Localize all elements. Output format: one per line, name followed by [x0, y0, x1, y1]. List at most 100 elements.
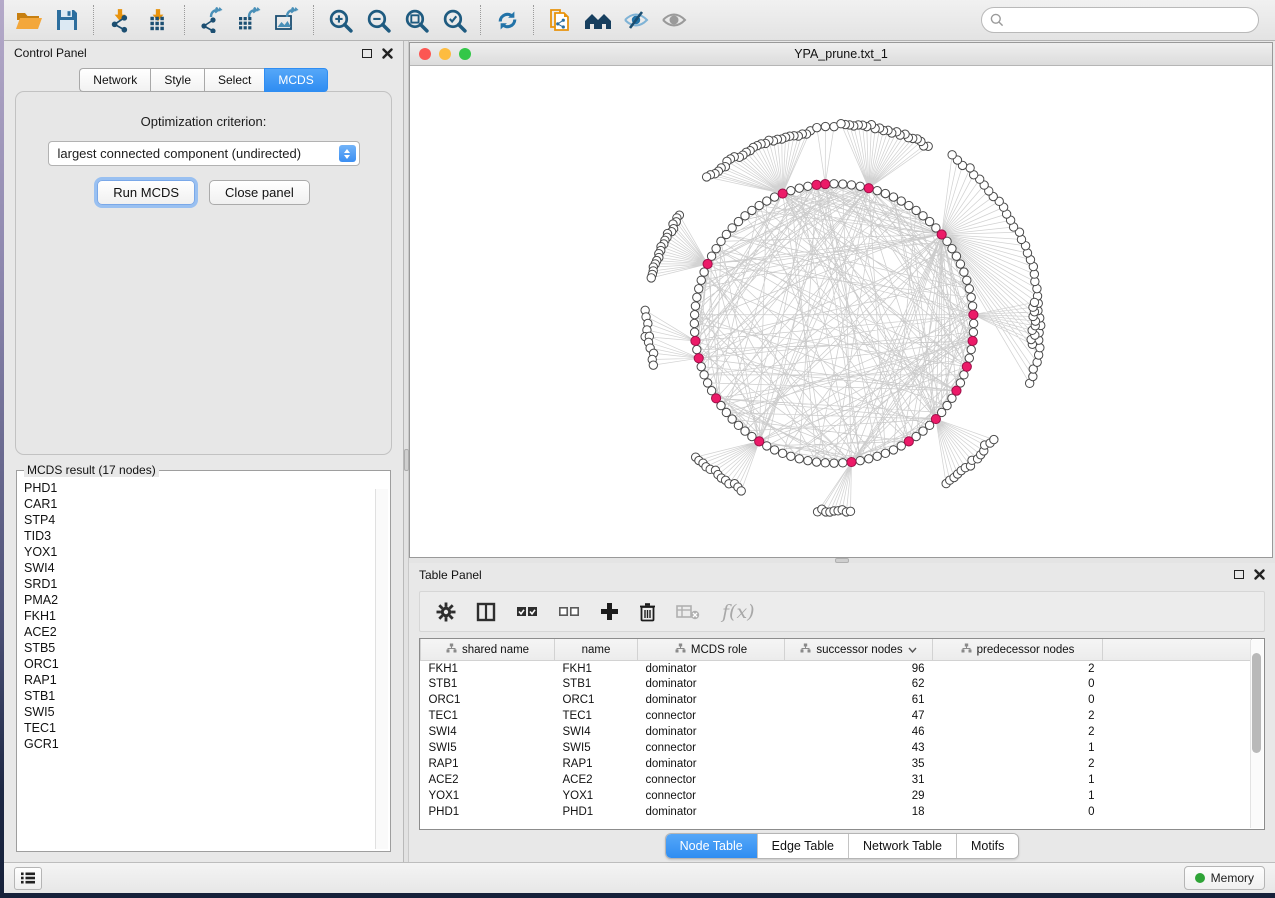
- mcds-result-item[interactable]: SWI5: [24, 704, 390, 720]
- table-row[interactable]: FKH1FKH1dominator962: [421, 660, 1252, 676]
- graph-node[interactable]: [881, 449, 889, 457]
- tab-edge-table[interactable]: Edge Table: [758, 834, 849, 858]
- close-panel-icon[interactable]: [382, 48, 393, 59]
- graph-node[interactable]: [830, 459, 838, 467]
- graph-leaf-node[interactable]: [846, 507, 854, 515]
- zoom-out-icon[interactable]: [361, 4, 395, 36]
- graph-node[interactable]: [897, 197, 905, 205]
- graph-node[interactable]: [734, 421, 742, 429]
- mcds-result-item[interactable]: YOX1: [24, 544, 390, 560]
- graph-node[interactable]: [804, 182, 812, 190]
- graph-leaf-node[interactable]: [990, 435, 998, 443]
- zoom-in-icon[interactable]: [323, 4, 357, 36]
- graph-dominator-node[interactable]: [703, 259, 712, 268]
- graph-node[interactable]: [839, 459, 847, 467]
- graph-node[interactable]: [821, 459, 829, 467]
- tab-network[interactable]: Network: [79, 68, 150, 92]
- close-panel-button[interactable]: Close panel: [209, 180, 310, 205]
- mcds-result-item[interactable]: ACE2: [24, 624, 390, 640]
- graph-node[interactable]: [795, 455, 803, 463]
- graph-node[interactable]: [697, 362, 705, 370]
- graph-dominator-node[interactable]: [931, 414, 940, 423]
- graph-node[interactable]: [770, 446, 778, 454]
- graph-node[interactable]: [960, 268, 968, 276]
- graph-node[interactable]: [873, 186, 881, 194]
- tab-style[interactable]: Style: [150, 68, 204, 92]
- graph-node[interactable]: [965, 285, 973, 293]
- save-session-icon[interactable]: [50, 4, 84, 36]
- table-scrollbar[interactable]: [1250, 640, 1263, 828]
- graph-node[interactable]: [795, 184, 803, 192]
- table-row[interactable]: SWI4SWI4dominator462: [421, 724, 1252, 740]
- mcds-result-item[interactable]: ORC1: [24, 656, 390, 672]
- column-header-MCDS-role[interactable]: MCDS role: [638, 639, 785, 660]
- close-table-panel-icon[interactable]: [1254, 569, 1265, 580]
- float-panel-icon[interactable]: [362, 49, 372, 58]
- graph-leaf-node[interactable]: [702, 173, 710, 181]
- graph-node[interactable]: [856, 182, 864, 190]
- network-canvas[interactable]: [410, 66, 1272, 557]
- graph-node[interactable]: [839, 180, 847, 188]
- graph-node[interactable]: [700, 268, 708, 276]
- import-network-icon[interactable]: [103, 4, 137, 36]
- graph-node[interactable]: [925, 217, 933, 225]
- graph-dominator-node[interactable]: [969, 310, 978, 319]
- graph-dominator-node[interactable]: [694, 354, 703, 363]
- graph-node[interactable]: [755, 201, 763, 209]
- graph-node[interactable]: [969, 328, 977, 336]
- graph-dominator-node[interactable]: [952, 386, 961, 395]
- run-mcds-button[interactable]: Run MCDS: [97, 180, 195, 205]
- columns-icon[interactable]: [476, 602, 496, 622]
- open-file-icon[interactable]: [12, 4, 46, 36]
- mcds-result-item[interactable]: STP4: [24, 512, 390, 528]
- graph-node[interactable]: [804, 456, 812, 464]
- graph-node[interactable]: [690, 311, 698, 319]
- delete-icon[interactable]: [639, 602, 656, 622]
- tab-select[interactable]: Select: [204, 68, 264, 92]
- tab-network-table[interactable]: Network Table: [849, 834, 957, 858]
- hide-selected-icon[interactable]: [619, 4, 653, 36]
- column-header-shared-name[interactable]: shared name: [421, 639, 555, 660]
- hsplitter-handle[interactable]: [835, 558, 849, 563]
- graph-node[interactable]: [889, 193, 897, 201]
- graph-node[interactable]: [865, 455, 873, 463]
- graph-node[interactable]: [856, 456, 864, 464]
- mcds-result-item[interactable]: TID3: [24, 528, 390, 544]
- graph-node[interactable]: [881, 189, 889, 197]
- graph-node[interactable]: [700, 371, 708, 379]
- graph-leaf-node[interactable]: [837, 120, 845, 128]
- task-history-button[interactable]: [14, 867, 42, 890]
- table-row[interactable]: YOX1YOX1connector291: [421, 788, 1252, 804]
- table-row[interactable]: STB1STB1dominator620: [421, 676, 1252, 692]
- graph-node[interactable]: [690, 328, 698, 336]
- table-row[interactable]: ORC1ORC1dominator610: [421, 692, 1252, 708]
- mcds-result-item[interactable]: SRD1: [24, 576, 390, 592]
- table-row[interactable]: SWI5SWI5connector431: [421, 740, 1252, 756]
- graph-leaf-node[interactable]: [821, 122, 829, 130]
- graph-dominator-node[interactable]: [937, 230, 946, 239]
- graph-dominator-node[interactable]: [712, 394, 721, 403]
- export-table-icon[interactable]: [232, 4, 266, 36]
- graph-leaf-node[interactable]: [737, 487, 745, 495]
- graph-node[interactable]: [968, 302, 976, 310]
- minimize-window-icon[interactable]: [439, 48, 451, 60]
- network-graph[interactable]: [410, 66, 1272, 557]
- graph-dominator-node[interactable]: [812, 180, 821, 189]
- memory-button[interactable]: Memory: [1184, 866, 1265, 890]
- graph-node[interactable]: [965, 354, 973, 362]
- table-row[interactable]: TEC1TEC1connector472: [421, 708, 1252, 724]
- clone-network-icon[interactable]: [543, 4, 577, 36]
- graph-node[interactable]: [967, 345, 975, 353]
- graph-node[interactable]: [748, 206, 756, 214]
- graph-node[interactable]: [691, 302, 699, 310]
- graph-node[interactable]: [763, 197, 771, 205]
- graph-node[interactable]: [952, 252, 960, 260]
- graph-dominator-node[interactable]: [968, 336, 977, 345]
- network-window-titlebar[interactable]: YPA_prune.txt_1: [410, 43, 1272, 66]
- graph-node[interactable]: [960, 371, 968, 379]
- mcds-result-item[interactable]: FKH1: [24, 608, 390, 624]
- graph-node[interactable]: [873, 452, 881, 460]
- mcds-result-item[interactable]: SWI4: [24, 560, 390, 576]
- horizontal-splitter[interactable]: [409, 558, 1275, 563]
- graph-node[interactable]: [697, 276, 705, 284]
